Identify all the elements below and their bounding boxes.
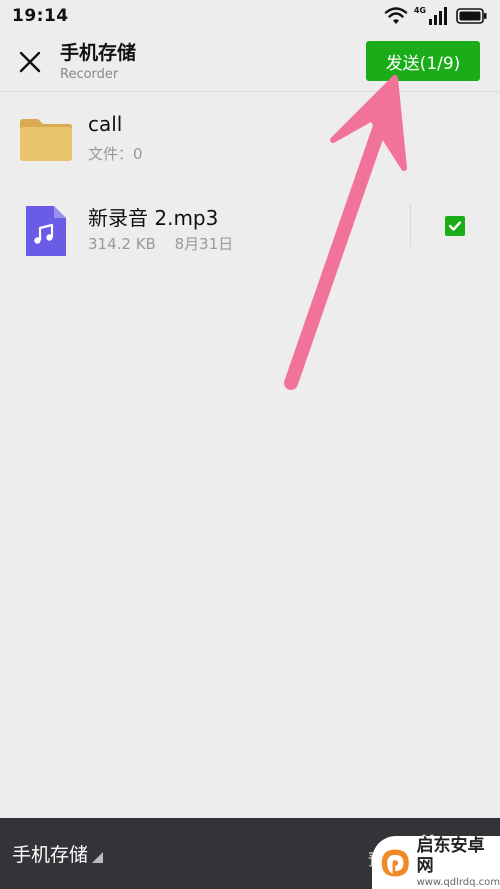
dropdown-triangle-icon bbox=[92, 852, 104, 863]
page-title: 手机存储 bbox=[60, 42, 137, 64]
page-subtitle: Recorder bbox=[60, 67, 119, 82]
file-select-checkbox[interactable] bbox=[445, 216, 465, 236]
file-name: 新录音 2.mp3 bbox=[88, 206, 219, 230]
wifi-icon bbox=[384, 7, 408, 24]
header: 手机存储 Recorder 发送(1/9) bbox=[0, 32, 500, 92]
status-bar: 19:14 4G bbox=[0, 0, 500, 32]
music-file-icon bbox=[26, 206, 66, 256]
list-item-audio-file[interactable]: 新录音 2.mp3 314.2 KB 8月31日 bbox=[0, 182, 500, 272]
watermark-url: www.qdlrdq.com bbox=[416, 877, 500, 888]
file-name: call bbox=[88, 112, 123, 136]
file-size: 314.2 KB bbox=[88, 235, 156, 253]
watermark-brand: 启东安卓网 bbox=[416, 836, 485, 876]
file-meta: 314.2 KB 8月31日 bbox=[88, 233, 247, 254]
close-button[interactable] bbox=[14, 46, 46, 78]
file-list: call 文件：0 新录音 2.mp3 314.2 KB 8月31日 bbox=[0, 92, 500, 272]
list-item-folder-call[interactable]: call 文件：0 bbox=[0, 92, 500, 182]
network-type-label: 4G bbox=[413, 5, 426, 15]
folder-file-count: 文件：0 bbox=[88, 145, 143, 163]
screen: 19:14 4G 手机存储 Recorder 发送(1/9) call 文件：0… bbox=[0, 0, 500, 889]
checkmark-icon bbox=[448, 221, 462, 231]
battery-icon bbox=[456, 8, 487, 24]
status-icons: 4G bbox=[384, 5, 488, 25]
cellular-signal-icon bbox=[429, 7, 447, 25]
file-date: 8月31日 bbox=[174, 235, 234, 253]
watermark: 启东安卓网 www.qdlrdq.com bbox=[372, 836, 500, 889]
storage-selector-label: 手机存储 bbox=[12, 844, 89, 866]
storage-selector[interactable]: 手机存储 bbox=[12, 840, 104, 867]
send-button[interactable]: 发送(1/9) bbox=[366, 41, 480, 81]
file-meta: 文件：0 bbox=[88, 143, 157, 164]
close-icon bbox=[19, 51, 41, 73]
status-time: 19:14 bbox=[12, 6, 69, 26]
watermark-text: 启东安卓网 www.qdlrdq.com bbox=[417, 836, 500, 889]
row-separator bbox=[410, 204, 411, 246]
watermark-logo-icon bbox=[381, 849, 409, 876]
folder-icon bbox=[20, 119, 72, 161]
